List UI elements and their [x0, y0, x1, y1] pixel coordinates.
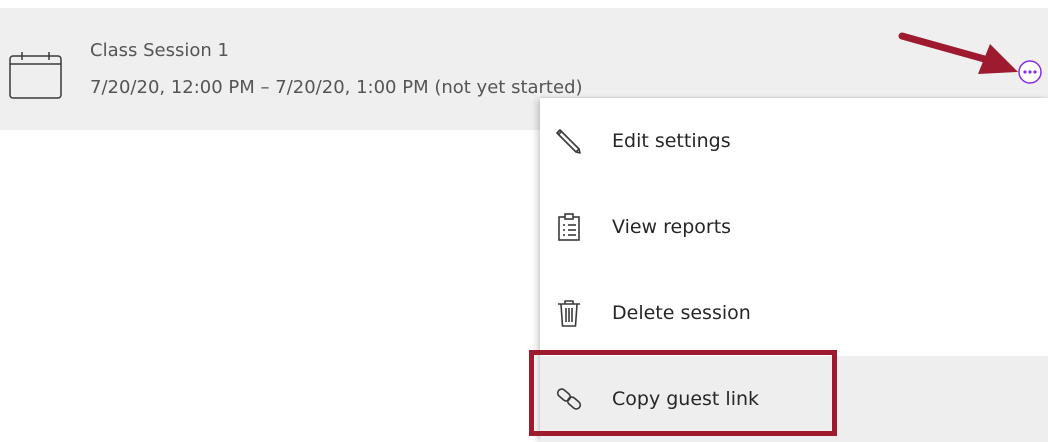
arrow-annotation — [898, 32, 1018, 74]
session-title: Class Session 1 — [90, 40, 229, 61]
menu-item-view-reports[interactable]: View reports — [540, 184, 1048, 270]
menu-item-label: Edit settings — [612, 130, 731, 152]
clipboard-report-icon — [558, 213, 580, 241]
session-time: 7/20/20, 12:00 PM – 7/20/20, 1:00 PM (no… — [90, 77, 583, 98]
menu-item-label: View reports — [612, 216, 732, 238]
link-icon — [556, 388, 582, 410]
menu-item-label: Delete session — [612, 302, 751, 324]
menu-item-edit-settings[interactable]: Edit settings — [540, 98, 1048, 184]
trash-icon — [558, 300, 580, 327]
menu-item-delete-session[interactable]: Delete session — [540, 270, 1048, 356]
calendar-icon — [9, 52, 62, 99]
pencil-icon — [556, 129, 581, 154]
menu-item-label: Copy guest link — [612, 388, 760, 410]
session-options-menu: Edit settings View reports Delete sessio… — [540, 98, 1048, 442]
menu-item-copy-guest-link[interactable]: Copy guest link — [540, 356, 1048, 442]
